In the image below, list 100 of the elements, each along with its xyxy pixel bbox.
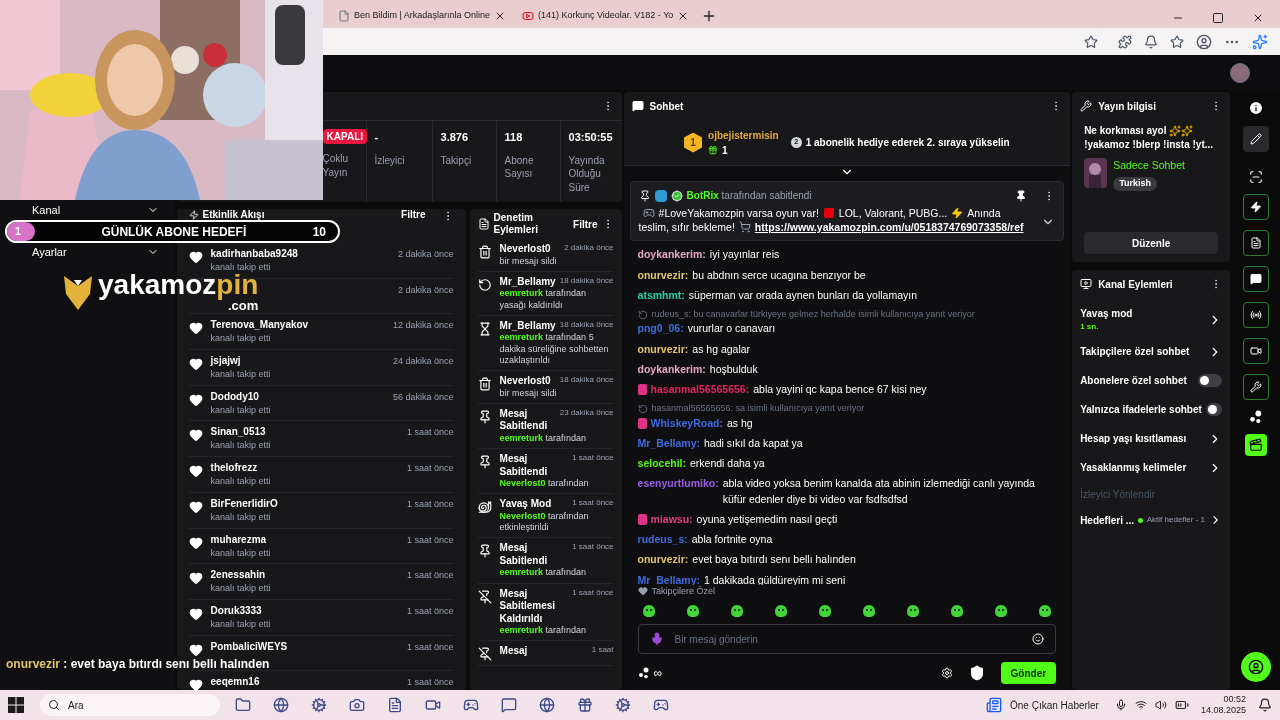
chat-username[interactable]: hasanmal56565656: bbox=[650, 382, 750, 398]
microphone-icon[interactable] bbox=[1114, 699, 1127, 711]
message-input[interactable]: Bir mesaj gönderin bbox=[637, 624, 1057, 654]
volume-icon[interactable] bbox=[1154, 699, 1167, 711]
action-row[interactable]: Hesap yaşı kısıtlaması bbox=[1080, 424, 1223, 453]
chat-username[interactable]: onurvezir: bbox=[637, 341, 689, 357]
trash-icon bbox=[477, 245, 492, 259]
emote-icon[interactable] bbox=[861, 604, 876, 618]
news-widget[interactable]: Öne Çıkan Haberler bbox=[1010, 697, 1099, 713]
emote-icon[interactable] bbox=[905, 604, 920, 618]
taskbar-search[interactable]: Ara bbox=[40, 694, 220, 716]
sidebar-item[interactable]: Ayarlar bbox=[16, 246, 147, 258]
chat-tool-button[interactable] bbox=[1243, 266, 1270, 292]
panel-title: Yayın bilgisi bbox=[1098, 99, 1157, 114]
chat-username[interactable]: doykankerim: bbox=[637, 247, 706, 263]
emote-icon[interactable] bbox=[685, 604, 700, 618]
wrench-tool-button[interactable] bbox=[1243, 374, 1270, 400]
chat-username[interactable]: rudeus_s: bbox=[637, 532, 688, 548]
taskbar-app-icon[interactable] bbox=[463, 697, 479, 713]
chat-username[interactable]: onurvezir: bbox=[637, 552, 689, 568]
taskbar-app-icon[interactable] bbox=[577, 697, 593, 713]
taskbar-app-icon[interactable] bbox=[653, 697, 669, 713]
emote-icon[interactable] bbox=[773, 604, 788, 618]
send-button[interactable]: Gönder bbox=[1000, 662, 1057, 684]
sparkle-icon[interactable] bbox=[1252, 33, 1268, 50]
user-avatar[interactable] bbox=[1230, 62, 1250, 83]
taskbar-app-icon[interactable] bbox=[235, 697, 251, 713]
taskbar-app-icon[interactable] bbox=[615, 697, 631, 713]
heart-icon bbox=[188, 357, 203, 372]
category-link[interactable]: Sadece Sohbet bbox=[1113, 157, 1185, 174]
browser-tab[interactable]: (141) Korkunç Videolar. V182 - Yo bbox=[513, 4, 698, 28]
windows-logo-icon[interactable] bbox=[8, 697, 24, 713]
emote-icon[interactable] bbox=[950, 604, 964, 618]
emote-icon[interactable] bbox=[641, 604, 656, 618]
chat-username[interactable]: doykankerim: bbox=[637, 361, 706, 378]
browser-tab[interactable]: Ben Bildim | Arkadaşlarınla Online bbox=[330, 4, 514, 28]
chat-username[interactable]: onurvezir: bbox=[637, 267, 689, 283]
points-icon[interactable] bbox=[637, 667, 650, 679]
filter-button[interactable]: Filtre bbox=[397, 210, 430, 220]
taskbar-app-icon[interactable] bbox=[273, 697, 289, 713]
help-button[interactable] bbox=[1241, 652, 1272, 682]
profile-icon[interactable] bbox=[1196, 33, 1212, 50]
wifi-icon[interactable] bbox=[1134, 699, 1147, 711]
toggle-switch[interactable] bbox=[1198, 374, 1223, 387]
notification-icon[interactable] bbox=[1258, 698, 1272, 712]
action-label: Yasaklanmış kelimeler bbox=[1080, 461, 1188, 475]
camera-tool-button[interactable] bbox=[1243, 338, 1270, 364]
emote-icon[interactable] bbox=[1038, 604, 1053, 618]
taskbar-app-icon[interactable] bbox=[311, 697, 327, 713]
emote-icon[interactable] bbox=[817, 604, 832, 618]
battery-icon[interactable] bbox=[1174, 698, 1189, 712]
maximize-icon[interactable] bbox=[1212, 12, 1224, 24]
bell-icon[interactable] bbox=[1144, 34, 1158, 49]
dots-icon[interactable] bbox=[1249, 410, 1264, 424]
emote-icon[interactable] bbox=[729, 604, 744, 618]
action-row[interactable]: Yavaş mod 1 sn. bbox=[1080, 302, 1223, 337]
clapper-tool-button[interactable] bbox=[1245, 434, 1268, 456]
chat-username[interactable]: atsmhmt: bbox=[637, 287, 685, 303]
pin-icon[interactable] bbox=[1015, 189, 1028, 202]
emoji-icon[interactable] bbox=[1032, 633, 1045, 645]
action-row[interactable]: Hedefleri ... Aktif hedefler - 1 bbox=[1080, 507, 1223, 533]
badge-icon[interactable] bbox=[968, 665, 985, 681]
square-icon bbox=[822, 207, 835, 219]
chat-username[interactable]: miawsu: bbox=[650, 511, 693, 528]
cart-icon bbox=[738, 220, 751, 233]
pinned-link[interactable]: https://www.yakamozpin.com/u/0518374769073358/ref bbox=[754, 220, 1024, 233]
sidebar-item[interactable]: Kanal bbox=[16, 204, 147, 216]
broadcast-tool-button[interactable] bbox=[1243, 302, 1270, 328]
chat-username[interactable]: selocehil: bbox=[637, 456, 686, 472]
edit-tool-button[interactable] bbox=[1243, 126, 1270, 152]
emote-icon[interactable] bbox=[994, 604, 1009, 618]
taskbar-app-icon[interactable] bbox=[387, 697, 403, 713]
taskbar-app-icon[interactable] bbox=[501, 697, 517, 713]
activity-time: 1 saat önce bbox=[407, 569, 454, 583]
chat-username[interactable]: WhiskeyRoad: bbox=[650, 415, 723, 432]
action-row[interactable]: Takipçilere özel sohbet bbox=[1080, 337, 1223, 366]
info-icon[interactable] bbox=[1248, 100, 1265, 116]
chat-username[interactable]: esenyurtlumiko: bbox=[637, 476, 719, 492]
chat-username[interactable]: png0_06: bbox=[637, 321, 684, 337]
heart-icon bbox=[188, 464, 203, 479]
scan-icon[interactable] bbox=[1249, 170, 1264, 184]
taskbar-app-icon[interactable] bbox=[349, 697, 365, 713]
favorites-icon[interactable] bbox=[1170, 34, 1184, 49]
favorite-star-icon[interactable] bbox=[1084, 34, 1098, 49]
close-icon[interactable] bbox=[1252, 12, 1264, 24]
action-label: Yavaş mod bbox=[1080, 307, 1134, 321]
taskbar-app-icon[interactable] bbox=[539, 697, 555, 713]
news-icon[interactable] bbox=[986, 697, 1002, 713]
follower-name: 2enessahin bbox=[210, 568, 267, 583]
settings-icon[interactable] bbox=[940, 667, 953, 679]
filter-button[interactable]: Filtre bbox=[573, 216, 598, 232]
tab-title: (141) Korkunç Videolar. V182 - Yo bbox=[537, 9, 674, 23]
bolt-tool-button[interactable] bbox=[1243, 194, 1270, 220]
edit-button[interactable]: Düzenle bbox=[1084, 232, 1219, 254]
extensions-icon[interactable] bbox=[1118, 34, 1132, 49]
action-row[interactable]: Yasaklanmış kelimeler bbox=[1080, 453, 1223, 482]
toggle-switch[interactable] bbox=[1205, 403, 1223, 416]
document-tool-button[interactable] bbox=[1243, 230, 1270, 256]
taskbar-app-icon[interactable] bbox=[425, 697, 441, 713]
chat-username[interactable]: Mr_Bellamy: bbox=[637, 436, 700, 452]
